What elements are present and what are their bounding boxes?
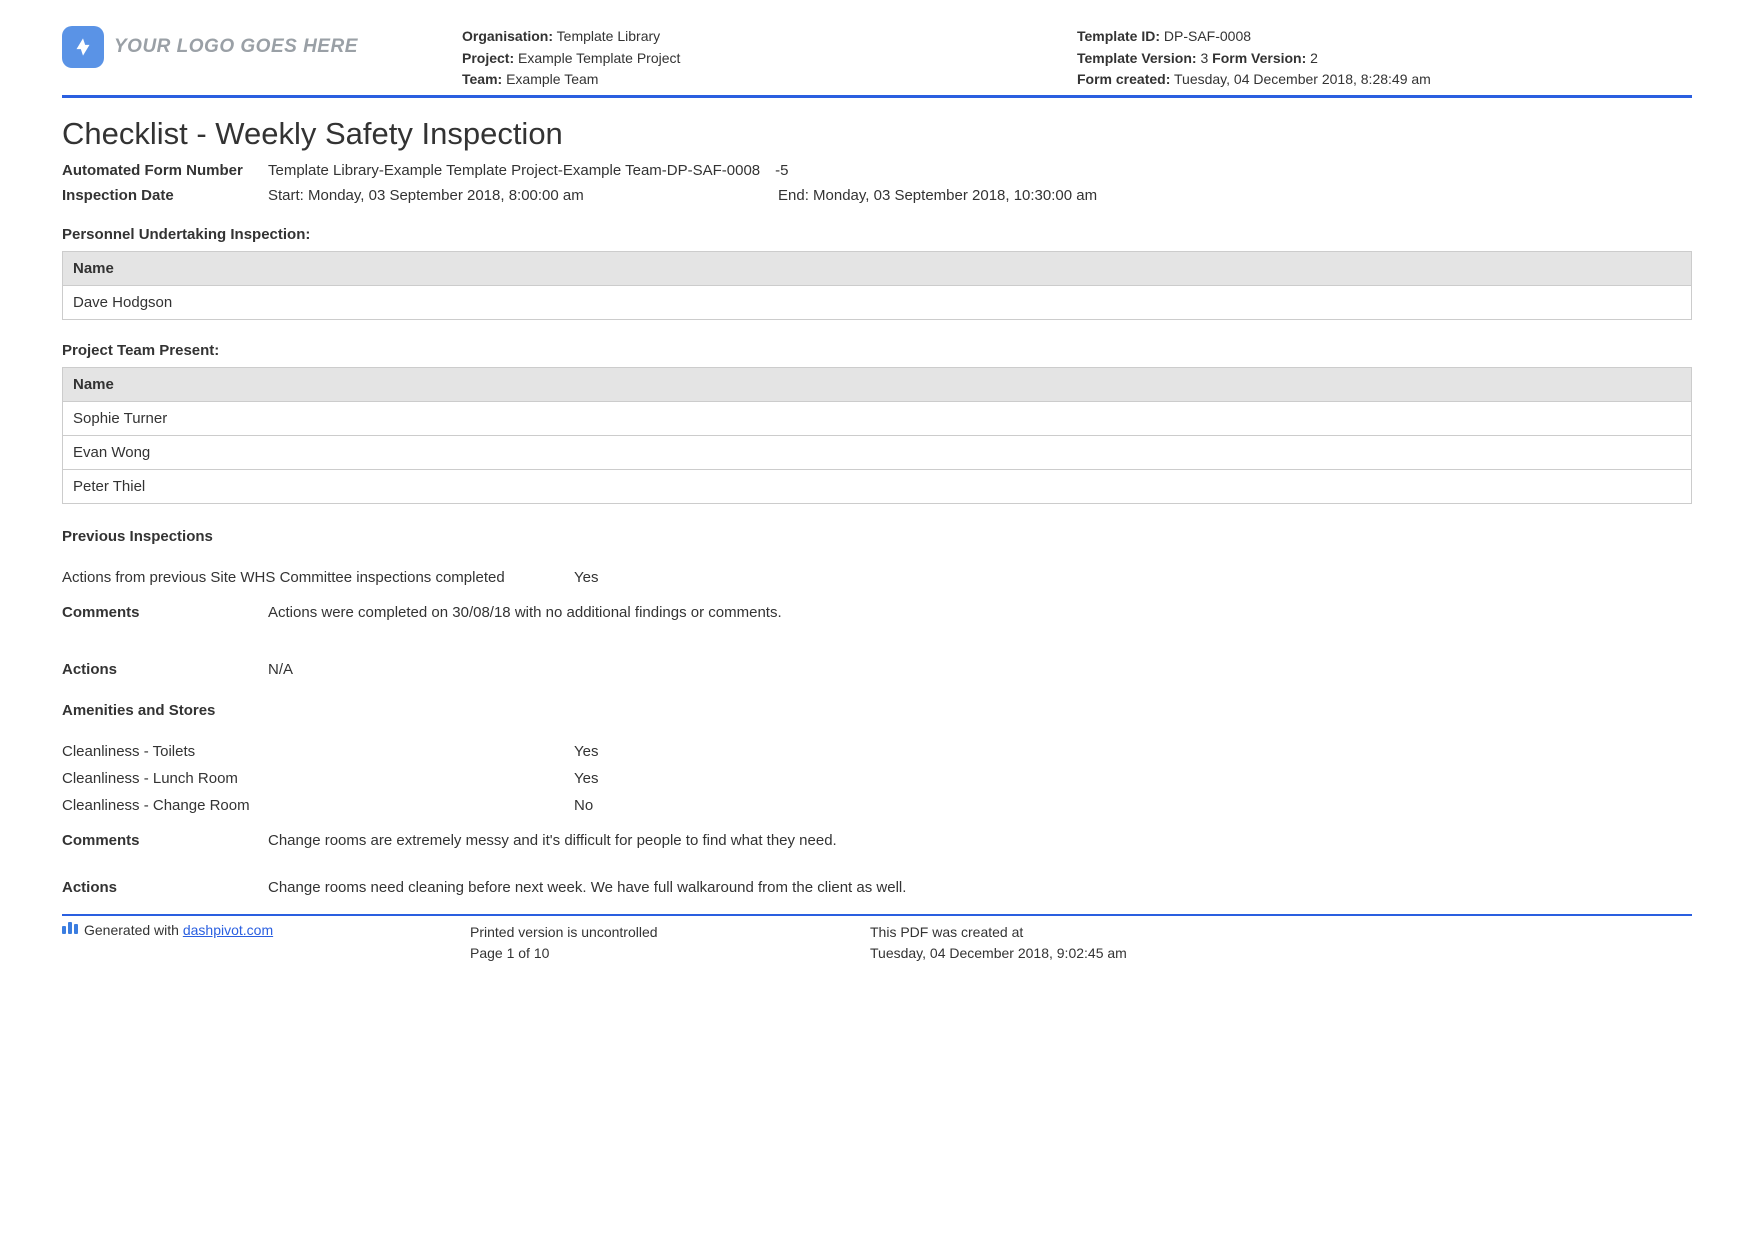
amenities-comments-value: Change rooms are extremely messy and it'…	[268, 832, 1692, 849]
amenities-item-label: Cleanliness - Toilets	[62, 743, 574, 760]
previous-q1-value: Yes	[574, 569, 1692, 586]
table-row: Sophie Turner	[62, 402, 1692, 436]
previous-q1-label: Actions from previous Site WHS Committee…	[62, 569, 574, 586]
header-meta-right: Template ID: DP-SAF-0008 Template Versio…	[1077, 26, 1692, 91]
org-value: Template Library	[557, 28, 661, 44]
footer-created-value: Tuesday, 04 December 2018, 9:02:45 am	[870, 943, 1692, 964]
form-number-row: Automated Form Number Template Library-E…	[62, 162, 1692, 179]
previous-actions-label: Actions	[62, 661, 268, 678]
amenities-item-label: Cleanliness - Change Room	[62, 797, 574, 814]
form-version-value: 2	[1310, 50, 1318, 66]
personnel-name: Dave Hodgson	[62, 286, 1692, 320]
template-id-label: Template ID:	[1077, 28, 1160, 44]
amenities-block: Amenities and Stores Cleanliness - Toile…	[62, 702, 1692, 896]
page-title: Checklist - Weekly Safety Inspection	[62, 116, 1692, 152]
table-row: Peter Thiel	[62, 470, 1692, 504]
logo-block: YOUR LOGO GOES HERE	[62, 26, 462, 68]
team-name: Evan Wong	[62, 436, 1692, 470]
document-header: YOUR LOGO GOES HERE Organisation: Templa…	[62, 26, 1692, 98]
template-id-value: DP-SAF-0008	[1164, 28, 1251, 44]
form-number-label: Automated Form Number	[62, 162, 268, 179]
project-label: Project:	[462, 50, 514, 66]
footer-page: Page 1 of 10	[470, 943, 870, 964]
previous-actions-value: N/A	[268, 661, 1692, 678]
inspection-date-row: Inspection Date Start: Monday, 03 Septem…	[62, 187, 1692, 204]
previous-inspections-block: Previous Inspections Actions from previo…	[62, 528, 1692, 678]
team-present-heading: Project Team Present:	[62, 342, 1692, 359]
amenities-actions: Actions Change rooms need cleaning befor…	[62, 879, 1692, 896]
personnel-table: Name Dave Hodgson	[62, 251, 1692, 320]
personnel-col-name: Name	[62, 251, 1692, 286]
amenities-item: Cleanliness - Toilets Yes	[62, 743, 1692, 760]
document-footer: Generated with dashpivot.com Printed ver…	[62, 914, 1692, 964]
form-created-label: Form created:	[1077, 71, 1170, 87]
form-created-value: Tuesday, 04 December 2018, 8:28:49 am	[1174, 71, 1431, 87]
previous-comments: Comments Actions were completed on 30/08…	[62, 604, 1692, 621]
bar-chart-icon	[62, 922, 78, 934]
logo-icon	[62, 26, 104, 68]
footer-generated: Generated with dashpivot.com	[62, 922, 470, 964]
footer-generated-prefix: Generated with	[84, 922, 183, 938]
amenities-item-label: Cleanliness - Lunch Room	[62, 770, 574, 787]
header-meta-left: Organisation: Template Library Project: …	[462, 26, 1077, 91]
amenities-item: Cleanliness - Lunch Room Yes	[62, 770, 1692, 787]
previous-comments-label: Comments	[62, 604, 268, 621]
template-version-value: 3	[1200, 50, 1208, 66]
template-version-label: Template Version:	[1077, 50, 1197, 66]
inspection-date-label: Inspection Date	[62, 187, 268, 204]
amenities-item-value: Yes	[574, 770, 1692, 787]
previous-heading: Previous Inspections	[62, 528, 1692, 545]
footer-generated-link[interactable]: dashpivot.com	[183, 922, 273, 938]
inspection-date-end: End: Monday, 03 September 2018, 10:30:00…	[778, 187, 1692, 204]
amenities-item-value: Yes	[574, 743, 1692, 760]
amenities-item-value: No	[574, 797, 1692, 814]
team-label: Team:	[462, 71, 502, 87]
previous-actions: Actions N/A	[62, 661, 1692, 678]
personnel-heading: Personnel Undertaking Inspection:	[62, 226, 1692, 243]
footer-center: Printed version is uncontrolled Page 1 o…	[470, 922, 870, 964]
amenities-comments-label: Comments	[62, 832, 268, 849]
footer-uncontrolled: Printed version is uncontrolled	[470, 922, 870, 943]
amenities-actions-value: Change rooms need cleaning before next w…	[268, 879, 1692, 896]
team-name: Sophie Turner	[62, 402, 1692, 436]
amenities-actions-label: Actions	[62, 879, 268, 896]
team-present-table: Name Sophie Turner Evan Wong Peter Thiel	[62, 367, 1692, 504]
table-row: Dave Hodgson	[62, 286, 1692, 320]
form-number-value: Template Library-Example Template Projec…	[268, 162, 1692, 179]
amenities-item: Cleanliness - Change Room No	[62, 797, 1692, 814]
footer-right: This PDF was created at Tuesday, 04 Dece…	[870, 922, 1692, 964]
team-value: Example Team	[506, 71, 598, 87]
amenities-heading: Amenities and Stores	[62, 702, 1692, 719]
team-name: Peter Thiel	[62, 470, 1692, 504]
previous-q1: Actions from previous Site WHS Committee…	[62, 569, 1692, 586]
table-row: Evan Wong	[62, 436, 1692, 470]
inspection-date-start: Start: Monday, 03 September 2018, 8:00:0…	[268, 187, 778, 204]
footer-created-label: This PDF was created at	[870, 922, 1692, 943]
form-version-label: Form Version:	[1212, 50, 1306, 66]
amenities-comments: Comments Change rooms are extremely mess…	[62, 832, 1692, 849]
project-value: Example Template Project	[518, 50, 680, 66]
logo-text: YOUR LOGO GOES HERE	[114, 36, 358, 58]
previous-comments-value: Actions were completed on 30/08/18 with …	[268, 604, 1692, 621]
team-col-name: Name	[62, 367, 1692, 402]
org-label: Organisation:	[462, 28, 553, 44]
